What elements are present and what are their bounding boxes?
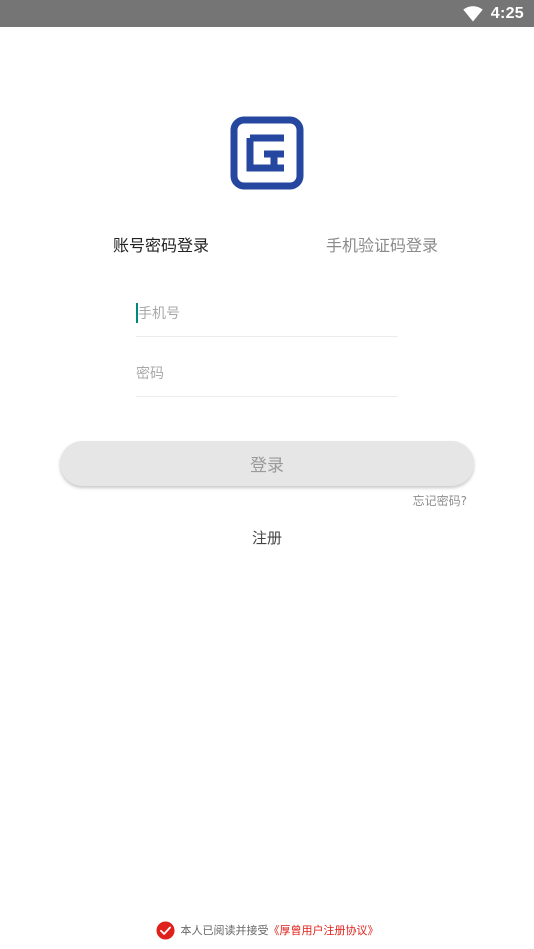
login-button[interactable]: 登录 — [60, 441, 474, 486]
password-field — [136, 356, 398, 397]
app-logo-icon — [230, 116, 304, 190]
status-bar: 4:25 — [0, 0, 534, 27]
wifi-icon — [463, 5, 483, 21]
agreement-text: 本人已阅读并接受 — [180, 924, 269, 937]
tab-sms-login[interactable]: 手机验证码登录 — [326, 234, 438, 258]
agreement-row: 本人已阅读并接受 《厚曾用户注册协议》 — [0, 919, 534, 941]
register-link[interactable]: 注册 — [252, 529, 282, 547]
agreement-link[interactable]: 《厚曾用户注册协议》 — [269, 922, 379, 938]
password-input[interactable] — [136, 356, 398, 392]
phone-field — [136, 296, 400, 337]
app-logo — [230, 116, 304, 190]
status-icons: 4:25 — [463, 0, 524, 27]
register-link-container: 注册 — [0, 527, 534, 548]
forgot-password-link[interactable]: 忘记密码? — [413, 492, 467, 509]
check-circle-icon[interactable] — [155, 920, 175, 940]
status-time: 4:25 — [490, 4, 524, 22]
tab-password-login[interactable]: 账号密码登录 — [113, 234, 209, 258]
text-cursor — [136, 303, 138, 323]
phone-input[interactable] — [136, 296, 400, 332]
